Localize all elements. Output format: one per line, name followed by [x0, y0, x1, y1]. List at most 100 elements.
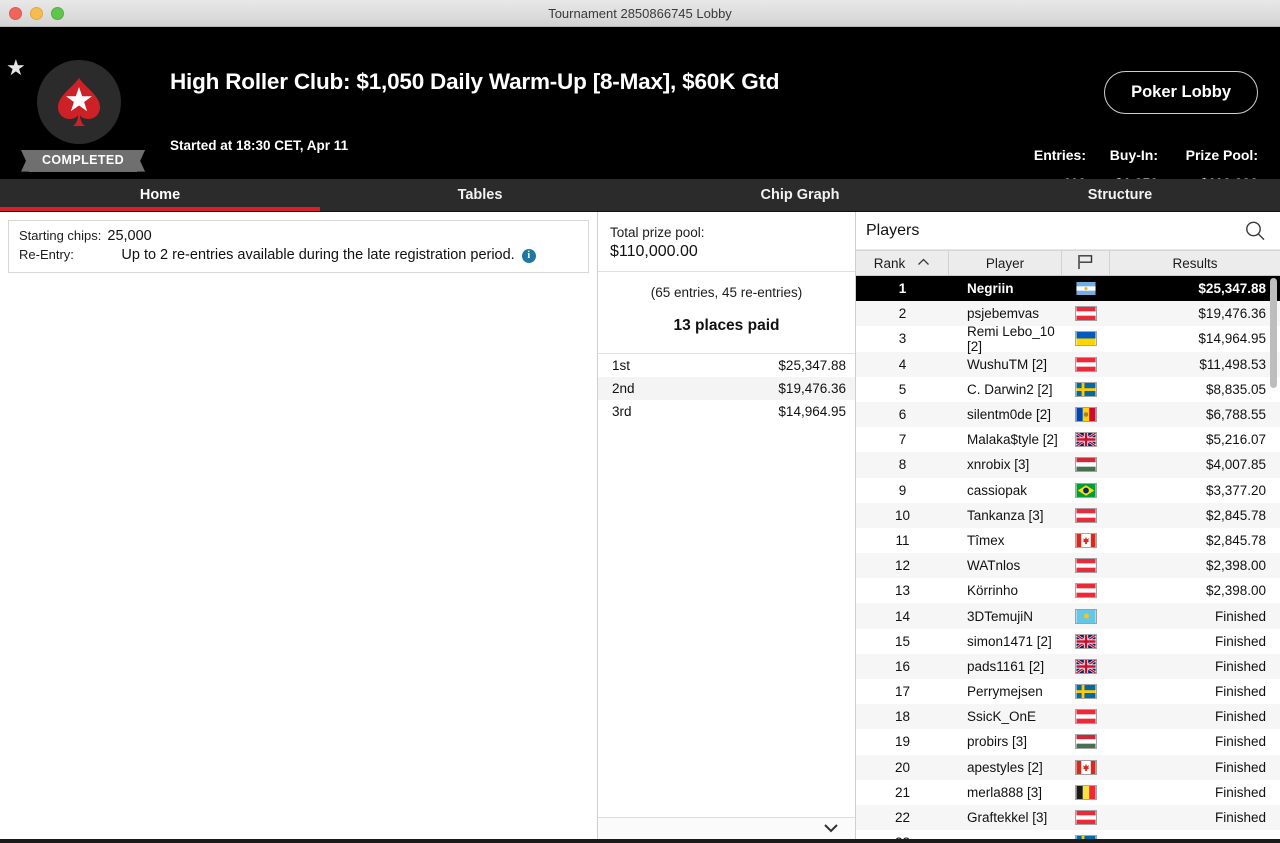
cell-country-flag	[1062, 633, 1110, 649]
cell-country-flag	[1062, 709, 1110, 725]
cell-result: $11,498.53	[1199, 356, 1266, 372]
cell-result: Finished	[1214, 759, 1266, 775]
cell-result: $14,964.95	[1198, 331, 1266, 347]
cell-player-name: probirs [3]	[967, 734, 1028, 750]
table-row[interactable]: 7 Malaka$tyle [2] $5,216.07	[856, 427, 1280, 453]
cell-player-name: Tankanza [3]	[967, 507, 1044, 523]
flag-at-icon	[1075, 558, 1097, 574]
starting-chips-label: Starting chips:	[19, 228, 102, 243]
entries-note: (65 entries, 45 re-entries)	[650, 285, 803, 300]
cell-country-flag	[1062, 608, 1110, 624]
flag-at-icon	[1075, 583, 1097, 599]
tab-tables[interactable]: Tables	[320, 179, 640, 211]
table-row[interactable]: 22 Graftekkel [3] Finished	[856, 804, 1280, 831]
flag-at-icon	[1075, 507, 1097, 523]
players-scrollbar[interactable]	[1270, 278, 1277, 837]
info-icon[interactable]: i	[521, 249, 536, 263]
column-header-results-label: Results	[1172, 255, 1218, 271]
table-row[interactable]: 19 probirs [3] Finished	[856, 729, 1280, 755]
cell-result: Finished	[1214, 709, 1266, 725]
cell-player-name: simon1471 [2]	[967, 633, 1052, 649]
stat-entries: Entries: 110	[1014, 147, 1086, 179]
search-icon[interactable]	[1244, 220, 1266, 242]
cell-rank: 22	[894, 810, 911, 826]
table-row[interactable]: 2 psjebemvas $19,476.36	[856, 301, 1280, 327]
expand-payouts-button[interactable]	[598, 817, 855, 839]
table-row[interactable]: 16 pads1161 [2] Finished	[856, 653, 1280, 679]
flag-ca-icon	[1075, 759, 1097, 775]
cell-player-name: Perrymejsen	[967, 684, 1043, 700]
cell-rank: 4	[898, 356, 907, 372]
cell-country-flag	[1062, 507, 1110, 523]
table-row[interactable]: 15 simon1471 [2] Finished	[856, 628, 1280, 654]
cell-player-name: silentm0de [2]	[967, 407, 1052, 423]
total-prize-pool-amount: $110,000.00	[610, 243, 698, 260]
flag-se-icon	[1075, 835, 1097, 839]
tab-structure[interactable]: Structure	[960, 179, 1280, 211]
cell-player-name: xnrobix [3]	[967, 457, 1030, 473]
cell-country-flag	[1062, 381, 1110, 397]
table-row[interactable]: 6 silentm0de [2] $6,788.55	[856, 401, 1280, 428]
column-header-results[interactable]: Results	[1110, 251, 1280, 275]
table-row[interactable]: 10 Tankanza [3] $2,845.78	[856, 502, 1280, 528]
flag-at-icon	[1075, 306, 1097, 322]
window-bottom-edge	[0, 839, 1280, 843]
payout-amount: $19,476.36	[778, 381, 846, 396]
table-row[interactable]: 8 xnrobix [3] $4,007.85	[856, 452, 1280, 478]
cell-rank: 1	[898, 281, 907, 297]
cell-result: $4,007.85	[1205, 457, 1266, 473]
cell-result: $3,377.20	[1205, 482, 1266, 498]
table-row[interactable]: 21 merla888 [3] Finished	[856, 779, 1280, 805]
players-list-scroll-area[interactable]: 1 Negriin $25,347.88 2 psjebemvas $19,476.36 3…	[856, 276, 1280, 839]
table-row[interactable]: 13 Körrinho $2,398.00	[856, 578, 1280, 604]
players-header: Players	[856, 212, 1280, 250]
cell-country-flag	[1062, 734, 1110, 750]
cell-country-flag	[1062, 482, 1110, 498]
cell-result: $2,845.78	[1205, 507, 1266, 523]
cell-country-flag	[1062, 407, 1110, 423]
flag-hu-icon	[1075, 734, 1097, 750]
table-row[interactable]: 12 WATnlos $2,398.00	[856, 553, 1280, 579]
cell-rank: 7	[898, 432, 907, 448]
tournament-lobby-window: Tournament 2850866745 Lobby ★ COMPLETED …	[0, 0, 1280, 843]
cell-country-flag	[1062, 457, 1110, 473]
cell-result: Finished	[1214, 633, 1266, 649]
table-row[interactable]: 23	[856, 830, 1280, 839]
cell-result: $2,398.00	[1205, 583, 1266, 599]
cell-rank: 15	[894, 633, 911, 649]
cell-player-name: pads1161 [2]	[967, 658, 1045, 674]
payout-amount: $25,347.88	[778, 358, 846, 373]
table-row[interactable]: 4 WushuTM [2] $11,498.53	[856, 351, 1280, 377]
payout-place: 3rd	[612, 404, 632, 419]
info-box: Starting chips: 25,000 Re-Entry: Up to 2…	[8, 220, 589, 273]
poker-lobby-button[interactable]: Poker Lobby	[1104, 71, 1258, 114]
table-row[interactable]: 17 Perrymejsen Finished	[856, 679, 1280, 705]
cell-result: Finished	[1214, 658, 1266, 674]
column-header-rank[interactable]: Rank	[856, 251, 949, 275]
cell-result: Finished	[1214, 684, 1266, 700]
cell-rank: 14	[894, 608, 911, 624]
table-row[interactable]: 5 C. Darwin2 [2] $8,835.05	[856, 376, 1280, 402]
column-header-player[interactable]: Player	[949, 251, 1062, 275]
cell-country-flag	[1062, 306, 1110, 322]
table-row[interactable]: 3 Remi Lebo_10 [2] $14,964.95	[856, 324, 1280, 354]
tab-chip-graph[interactable]: Chip Graph	[640, 179, 960, 211]
table-row[interactable]: 18 SsicK_OnE Finished	[856, 704, 1280, 730]
column-header-country[interactable]	[1062, 251, 1110, 275]
flag-gb-icon	[1075, 432, 1097, 448]
table-row[interactable]: 1 Negriin $25,347.88	[856, 276, 1280, 302]
cell-rank: 19	[894, 734, 911, 750]
cell-country-flag	[1062, 331, 1110, 347]
star-icon[interactable]: ★	[6, 57, 26, 79]
window-titlebar: Tournament 2850866745 Lobby	[0, 0, 1280, 27]
table-row[interactable]: 11 Tîmex $2,845.78	[856, 527, 1280, 554]
table-row[interactable]: 14 3DTemujiN Finished	[856, 603, 1280, 629]
players-scrollbar-thumb[interactable]	[1270, 278, 1277, 388]
table-row[interactable]: 9 cassiopak $3,377.20	[856, 477, 1280, 503]
tab-home[interactable]: Home	[0, 179, 320, 211]
table-row[interactable]: 20 apestyles [2] Finished	[856, 754, 1280, 780]
flag-br-icon	[1075, 482, 1097, 498]
cell-result: $25,347.88	[1198, 281, 1266, 297]
cell-country-flag	[1062, 281, 1110, 297]
tab-bar: Home Tables Chip Graph Structure	[0, 179, 1280, 212]
